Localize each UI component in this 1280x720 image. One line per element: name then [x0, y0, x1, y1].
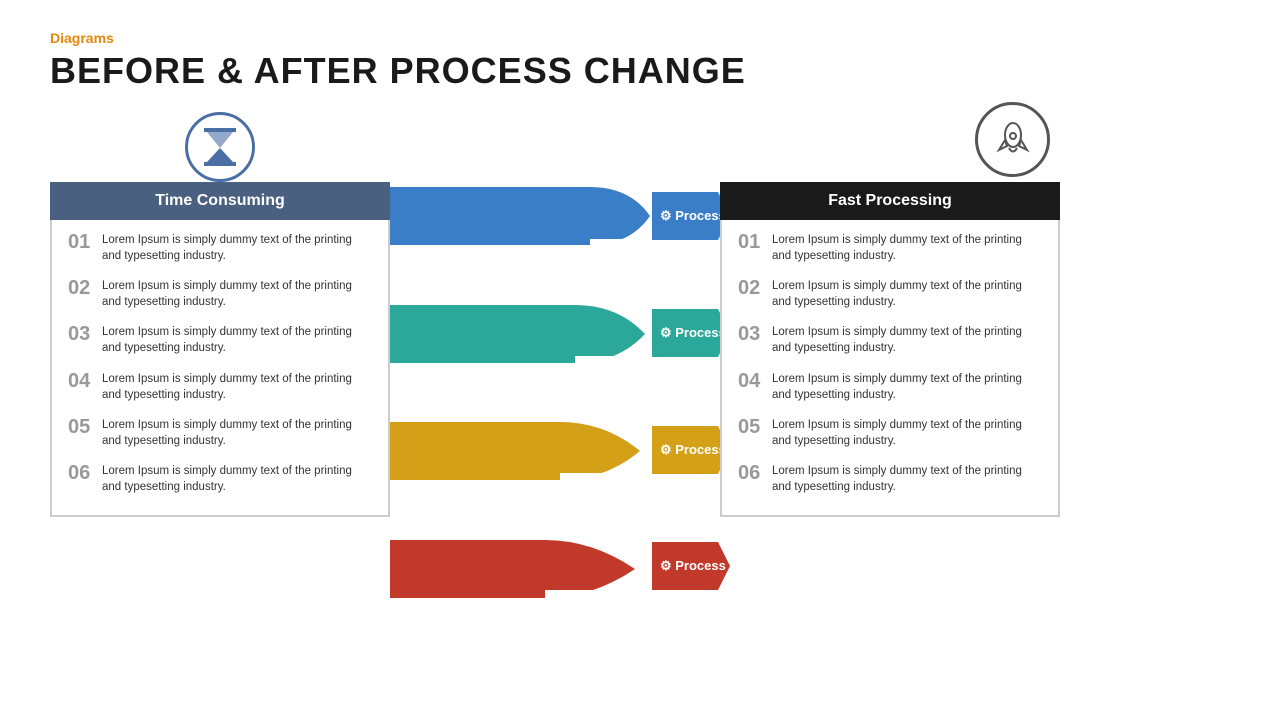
rocket-icon — [975, 102, 1050, 177]
item-text: Lorem Ipsum is simply dummy text of the … — [102, 417, 372, 449]
item-number: 05 — [738, 417, 772, 437]
page-title: BEFORE & AFTER PROCESS CHANGE — [50, 50, 1230, 92]
item-number: 05 — [68, 417, 102, 437]
item-number: 06 — [68, 463, 102, 483]
item-number: 04 — [738, 371, 772, 391]
right-list-item: 01 Lorem Ipsum is simply dummy text of t… — [738, 232, 1042, 264]
left-list-item: 02 Lorem Ipsum is simply dummy text of t… — [68, 278, 372, 310]
right-panel: Fast Processing 01 Lorem Ipsum is simply… — [720, 182, 1060, 517]
right-list-item: 05 Lorem Ipsum is simply dummy text of t… — [738, 417, 1042, 449]
left-list-item: 06 Lorem Ipsum is simply dummy text of t… — [68, 463, 372, 495]
item-text: Lorem Ipsum is simply dummy text of the … — [102, 463, 372, 495]
item-text: Lorem Ipsum is simply dummy text of the … — [102, 371, 372, 403]
svg-text:⚙ Process: ⚙ Process — [660, 208, 726, 223]
right-panel-header: Fast Processing — [720, 182, 1060, 220]
funnel-area: ⚙ Process ⚙ Process ⚙ Process ⚙ Process — [390, 182, 730, 672]
item-number: 06 — [738, 463, 772, 483]
left-list-item: 04 Lorem Ipsum is simply dummy text of t… — [68, 371, 372, 403]
item-text: Lorem Ipsum is simply dummy text of the … — [772, 371, 1042, 403]
item-number: 01 — [68, 232, 102, 252]
svg-text:⚙ Process: ⚙ Process — [660, 558, 726, 573]
right-list-item: 02 Lorem Ipsum is simply dummy text of t… — [738, 278, 1042, 310]
item-text: Lorem Ipsum is simply dummy text of the … — [772, 324, 1042, 356]
left-icon-wrapper — [50, 112, 390, 182]
item-number: 02 — [738, 278, 772, 298]
item-text: Lorem Ipsum is simply dummy text of the … — [102, 278, 372, 310]
item-text: Lorem Ipsum is simply dummy text of the … — [772, 463, 1042, 495]
item-text: Lorem Ipsum is simply dummy text of the … — [772, 278, 1042, 310]
left-items-list: 01 Lorem Ipsum is simply dummy text of t… — [50, 220, 390, 517]
right-items-list: 01 Lorem Ipsum is simply dummy text of t… — [720, 220, 1060, 517]
item-text: Lorem Ipsum is simply dummy text of the … — [772, 417, 1042, 449]
funnel-svg: ⚙ Process ⚙ Process ⚙ Process ⚙ Process — [390, 182, 730, 672]
right-icon-wrapper — [975, 102, 1050, 177]
page-wrapper: Diagrams BEFORE & AFTER PROCESS CHANGE — [0, 0, 1280, 720]
left-list-item: 03 Lorem Ipsum is simply dummy text of t… — [68, 324, 372, 356]
diagram-area: Time Consuming 01 Lorem Ipsum is simply … — [50, 112, 1230, 642]
right-list-item: 04 Lorem Ipsum is simply dummy text of t… — [738, 371, 1042, 403]
item-text: Lorem Ipsum is simply dummy text of the … — [102, 324, 372, 356]
left-list-item: 01 Lorem Ipsum is simply dummy text of t… — [68, 232, 372, 264]
left-panel: Time Consuming 01 Lorem Ipsum is simply … — [50, 112, 390, 517]
left-panel-header: Time Consuming — [50, 182, 390, 220]
item-number: 03 — [738, 324, 772, 344]
item-number: 04 — [68, 371, 102, 391]
right-list-item: 06 Lorem Ipsum is simply dummy text of t… — [738, 463, 1042, 495]
right-list-item: 03 Lorem Ipsum is simply dummy text of t… — [738, 324, 1042, 356]
item-number: 03 — [68, 324, 102, 344]
left-list-item: 05 Lorem Ipsum is simply dummy text of t… — [68, 417, 372, 449]
item-number: 02 — [68, 278, 102, 298]
svg-text:⚙ Process: ⚙ Process — [660, 325, 726, 340]
item-number: 01 — [738, 232, 772, 252]
svg-text:⚙ Process: ⚙ Process — [660, 442, 726, 457]
item-text: Lorem Ipsum is simply dummy text of the … — [102, 232, 372, 264]
item-text: Lorem Ipsum is simply dummy text of the … — [772, 232, 1042, 264]
hourglass-icon — [185, 112, 255, 182]
category-label: Diagrams — [50, 30, 1230, 46]
